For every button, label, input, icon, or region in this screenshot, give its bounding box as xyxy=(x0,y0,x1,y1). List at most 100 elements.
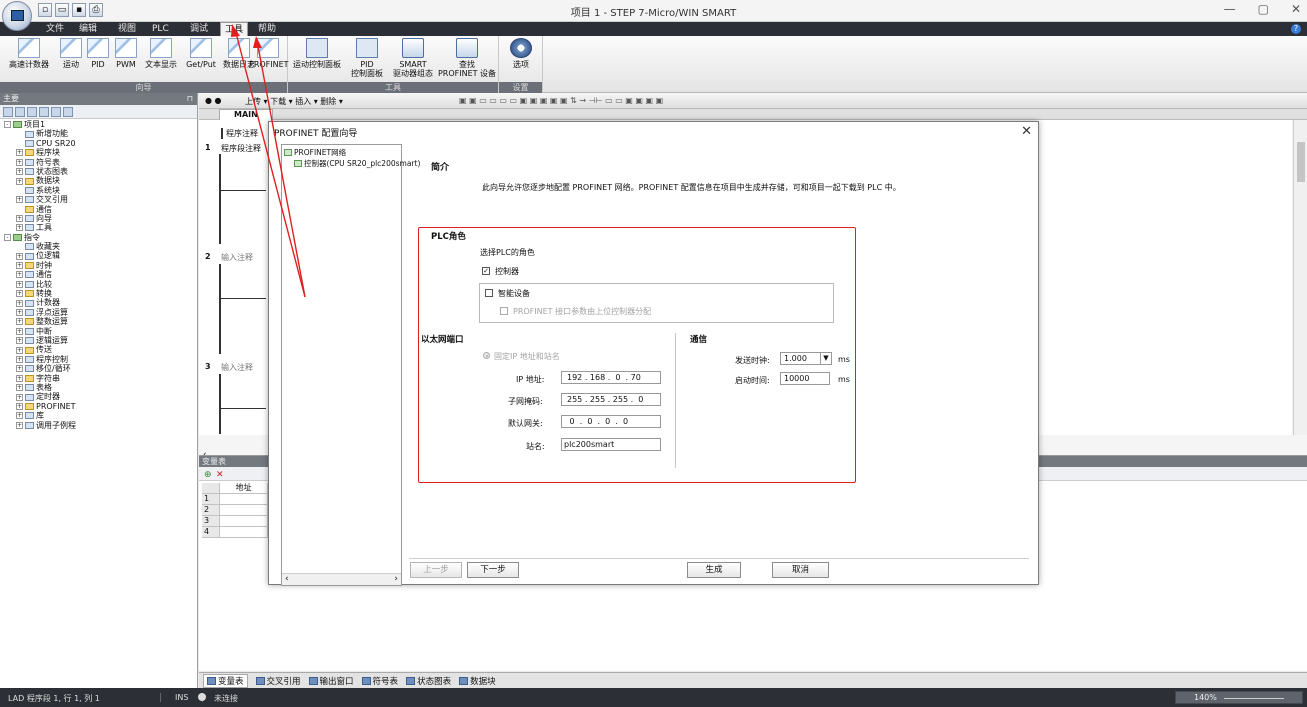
tree-item[interactable]: + 位逻辑 xyxy=(4,251,197,260)
delete-row-icon[interactable]: ✕ xyxy=(216,470,224,480)
expand-toggle-icon[interactable]: + xyxy=(16,384,23,392)
tree-item[interactable]: + 库 xyxy=(4,411,197,420)
tree-item[interactable]: 收藏夹 xyxy=(4,242,197,251)
tree-item[interactable]: + 向导 xyxy=(4,214,197,223)
cancel-button[interactable]: 取消 xyxy=(772,562,829,578)
tree-item[interactable]: - 项目1 xyxy=(4,120,197,129)
expand-toggle-icon[interactable]: + xyxy=(16,196,23,204)
tree-item[interactable]: 通信 xyxy=(4,205,197,214)
pwm-wizard-button[interactable]: PWM xyxy=(112,38,140,69)
tree-item[interactable]: + 浮点运算 xyxy=(4,308,197,317)
next-button[interactable]: 下一步 xyxy=(467,562,519,578)
expand-toggle-icon[interactable]: + xyxy=(16,149,23,157)
run-icon[interactable]: ● ● xyxy=(205,96,222,105)
tree-item[interactable]: + 表格 xyxy=(4,383,197,392)
pin-icon[interactable]: ⊓ xyxy=(187,93,193,105)
expand-toggle-icon[interactable]: + xyxy=(16,402,23,410)
tree-item[interactable]: + 程序块 xyxy=(4,148,197,157)
tree-tool-icon[interactable] xyxy=(15,107,25,117)
motion-panel-button[interactable]: 运动控制面板 xyxy=(290,38,344,69)
tree-node-profinet-network[interactable]: PROFINET网络 xyxy=(284,147,346,158)
tree-item[interactable]: + 字符串 xyxy=(4,374,197,383)
tree-item[interactable]: + 比较 xyxy=(4,280,197,289)
menu-debug[interactable]: 调试 xyxy=(190,22,208,36)
network-comment[interactable]: 输入注释 xyxy=(221,252,253,263)
network-comment[interactable]: 程序段注释 xyxy=(221,143,261,154)
fixed-ip-radio[interactable] xyxy=(483,352,490,359)
hsc-wizard-button[interactable]: 高速计数器 xyxy=(3,38,55,69)
expand-toggle-icon[interactable]: + xyxy=(16,224,23,232)
smart-drive-config-button[interactable]: SMART 驱动器组态 xyxy=(391,38,435,78)
expand-toggle-icon[interactable]: + xyxy=(16,337,23,345)
expand-toggle-icon[interactable]: + xyxy=(16,374,23,382)
tab-output-window[interactable]: 输出窗口 xyxy=(308,675,354,687)
tree-item[interactable]: + 工具 xyxy=(4,223,197,232)
expand-toggle-icon[interactable]: + xyxy=(16,280,23,288)
tree-item[interactable]: + PROFINET xyxy=(4,402,197,411)
help-icon[interactable]: ? xyxy=(1291,24,1301,34)
tree-item[interactable]: + 通信 xyxy=(4,270,197,279)
expand-toggle-icon[interactable]: + xyxy=(16,262,23,270)
menu-help[interactable]: 帮助 xyxy=(258,22,276,36)
vertical-scrollbar[interactable] xyxy=(1293,120,1307,435)
tree-item[interactable]: + 调用子例程 xyxy=(4,421,197,430)
options-button[interactable]: 选项 xyxy=(507,38,535,69)
tree-item[interactable]: CPU SR20 xyxy=(4,139,197,148)
tree-item[interactable]: 新增功能 xyxy=(4,129,197,138)
menu-file[interactable]: 文件 xyxy=(46,22,64,36)
tree-item[interactable]: + 计数器 xyxy=(4,298,197,307)
program-comment[interactable]: 程序注释 xyxy=(221,128,258,139)
tree-item[interactable]: - 指令 xyxy=(4,233,197,242)
tree-item[interactable]: + 整数运算 xyxy=(4,317,197,326)
controller-checkbox[interactable]: ✓ xyxy=(482,267,490,275)
send-clock-select[interactable]: 1.000 ▼ xyxy=(780,352,832,365)
tree-tool-icon[interactable] xyxy=(51,107,61,117)
tree-item[interactable]: + 转换 xyxy=(4,289,197,298)
tab-status-chart[interactable]: 状态图表 xyxy=(406,675,451,687)
text-display-wizard-button[interactable]: 文本显示 xyxy=(141,38,181,69)
expand-toggle-icon[interactable]: + xyxy=(16,355,23,363)
expand-toggle-icon[interactable]: + xyxy=(16,309,23,316)
tree-item[interactable]: + 移位/循环 xyxy=(4,364,197,373)
expand-toggle-icon[interactable]: + xyxy=(16,252,23,260)
maximize-button[interactable]: ▢ xyxy=(1258,2,1269,16)
expand-toggle-icon[interactable]: + xyxy=(16,327,23,335)
previous-button[interactable]: 上一步 xyxy=(410,562,462,578)
tree-tool-icon[interactable] xyxy=(27,107,37,117)
find-profinet-device-button[interactable]: 查找 PROFINET 设备 xyxy=(437,38,497,78)
profinet-wizard-button[interactable]: PROFINET xyxy=(249,38,289,69)
tree-item[interactable]: + 中断 xyxy=(4,327,197,336)
tree-item[interactable]: + 程序控制 xyxy=(4,355,197,364)
tree-item[interactable]: + 数据块 xyxy=(4,176,197,185)
tree-item[interactable]: 系统块 xyxy=(4,186,197,195)
motion-wizard-button[interactable]: 运动 xyxy=(58,38,84,69)
startup-time-input[interactable]: 10000 xyxy=(780,372,830,385)
app-menu-button[interactable] xyxy=(2,1,32,31)
generate-button[interactable]: 生成 xyxy=(687,562,741,578)
insert-row-icon[interactable]: ⊕ xyxy=(204,470,212,480)
minimize-button[interactable]: — xyxy=(1224,2,1236,16)
tab-cross-reference[interactable]: 交叉引用 xyxy=(255,675,301,687)
tab-data-block[interactable]: 数据块 xyxy=(459,675,496,687)
ip-address-input[interactable]: 192 . 168 . 0 . 70 xyxy=(561,371,661,384)
menu-plc[interactable]: PLC xyxy=(152,22,169,36)
smart-device-checkbox[interactable] xyxy=(485,289,493,297)
close-icon[interactable]: ✕ xyxy=(1021,124,1032,139)
editor-toolbar-actions[interactable]: 上传 ▾ 下载 ▾ 插入 ▾ 删除 ▾ xyxy=(245,96,343,107)
menu-edit[interactable]: 编辑 xyxy=(79,22,97,36)
tree-tool-icon[interactable] xyxy=(39,107,49,117)
expand-toggle-icon[interactable]: + xyxy=(16,168,23,176)
network-comment[interactable]: 输入注释 xyxy=(221,362,253,373)
table-row[interactable]: 2 xyxy=(202,505,278,516)
zoom-control[interactable]: 140% xyxy=(1175,691,1303,704)
menu-tools[interactable]: 工具 xyxy=(220,22,249,36)
tree-item[interactable]: + 定时器 xyxy=(4,392,197,401)
param-assigned-checkbox[interactable] xyxy=(500,307,508,315)
tab-main[interactable]: MAIN xyxy=(219,109,273,120)
gateway-input[interactable]: 0 . 0 . 0 . 0 xyxy=(561,415,661,428)
tree-tool-icon[interactable] xyxy=(3,107,13,117)
editor-toolbar-icons[interactable]: ▣ ▣ ▭ ▭ ▭ ▭ ▣ ▣ ▣ ▣ ▣ ⇅ → ⊣⊢ ▭ ▭ ▣ ▣ ▣ ▣ xyxy=(459,96,663,105)
pid-panel-button[interactable]: PID 控制面板 xyxy=(346,38,388,78)
table-row[interactable]: 4 xyxy=(202,527,278,538)
tree-item[interactable]: + 状态图表 xyxy=(4,167,197,176)
